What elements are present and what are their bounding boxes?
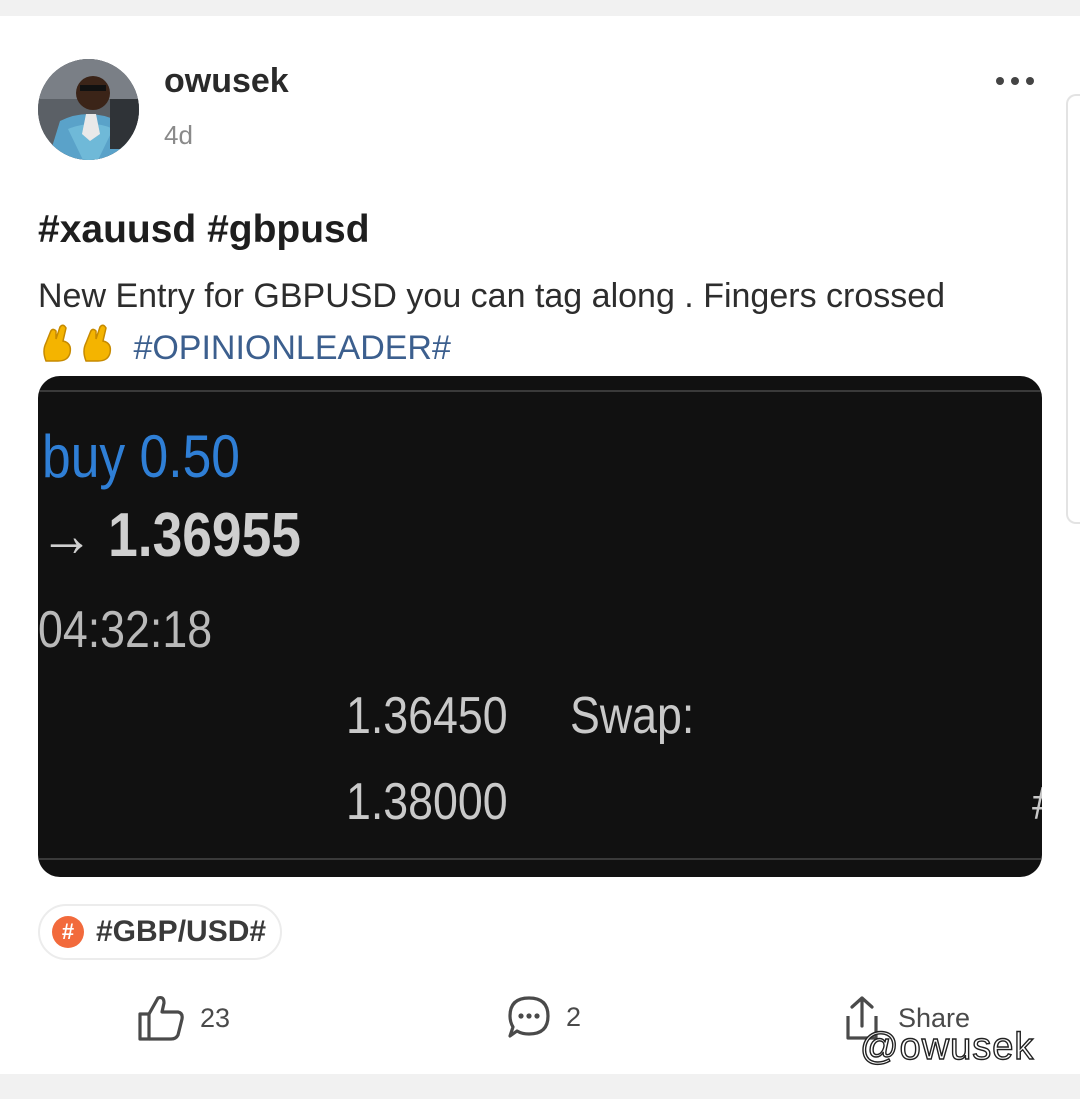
post-card: owusek 4d #xauusd #gbpusd New Entry for … [0,16,1080,1074]
topic-chip[interactable]: # #GBP/USD# [38,904,283,960]
stop-loss-value: 1.36450 [346,687,508,745]
scroll-edge [1066,94,1080,524]
post-time: 4d [164,120,193,150]
comment-icon [508,996,550,1038]
post-body: New Entry for GBPUSD you can tag along .… [38,270,1038,378]
open-price-row: → 1.36955 [40,500,301,571]
comment-count: 2 [566,1001,582,1032]
arrow-right-icon: → [40,501,94,570]
hashtag-icon: # [52,916,84,948]
comment-button[interactable]: 2 [506,994,581,1040]
topic-label: #GBP/USD# [96,915,267,948]
username[interactable]: owusek [164,62,289,101]
cut-off-text: # [1032,776,1042,830]
take-profit-value: 1.38000 [346,773,508,831]
trade-screenshot[interactable]: buy 0.50 → 1.36955 04:32:18 1.36450 Swap… [38,376,1042,877]
more-options-icon[interactable] [990,68,1040,94]
opinion-leader-hashtag[interactable]: #OPINIONLEADER# [133,329,450,367]
divider [38,858,1042,860]
open-price: 1.36955 [108,501,301,570]
like-button[interactable]: 23 [136,994,230,1042]
post-body-text: New Entry for GBPUSD you can tag along .… [38,277,946,315]
watermark: @owusek [859,1025,1035,1068]
like-count: 23 [200,1002,231,1033]
avatar[interactable] [38,59,139,160]
post-title: #xauusd #gbpusd [38,208,370,251]
swap-label: Swap: [570,687,695,745]
trade-time: 04:32:18 [38,601,213,659]
fingers-crossed-emoji [38,323,118,378]
divider [38,390,1042,392]
trade-side-volume: buy 0.50 [42,423,240,490]
thumbs-up-icon [138,995,184,1041]
